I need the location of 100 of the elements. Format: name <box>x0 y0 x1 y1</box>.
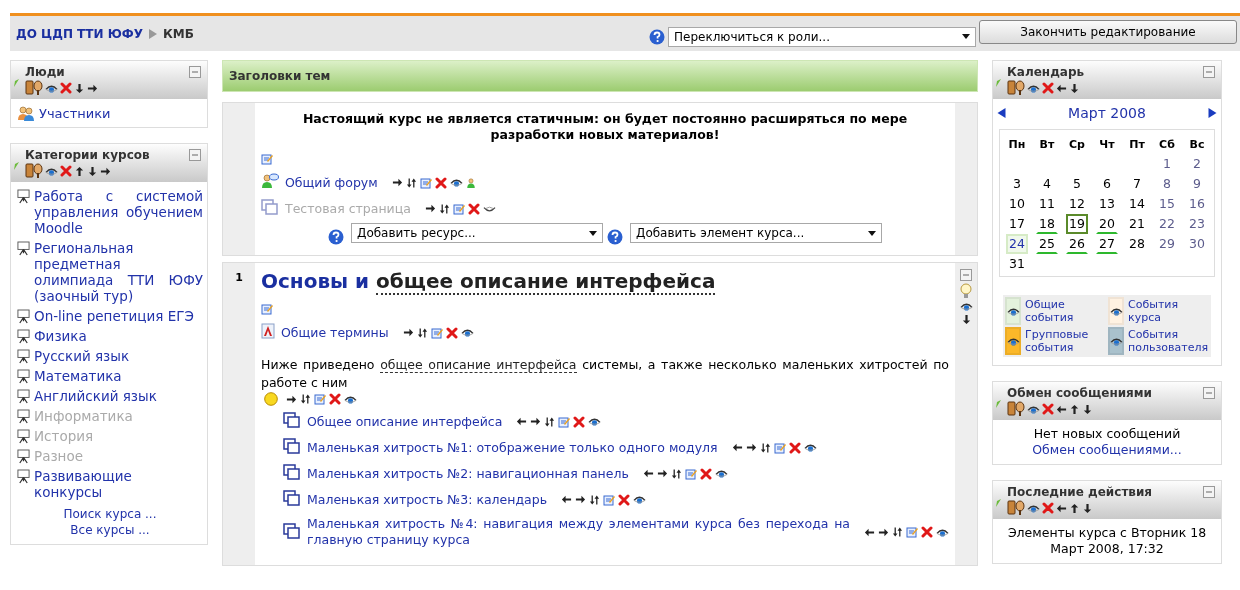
arrow-right-icon[interactable] <box>575 494 587 505</box>
participants-link[interactable]: Участники <box>39 105 111 121</box>
calendar-day[interactable]: 18 <box>1036 214 1058 234</box>
delete-icon[interactable] <box>1042 82 1054 94</box>
category-link[interactable]: On-line репетиция ЕГЭ <box>34 308 203 324</box>
delete-icon[interactable] <box>788 441 801 454</box>
calendar-day[interactable]: 19 <box>1066 214 1088 234</box>
arrow-right-icon[interactable] <box>656 468 668 479</box>
calendar-day[interactable]: 8 <box>1156 174 1178 194</box>
eye-icon[interactable] <box>460 327 474 338</box>
glossary-link[interactable]: общее описание интерфейса <box>380 357 577 373</box>
breadcrumb-link[interactable]: ДО ЦДП ТТИ ЮФУ <box>16 26 143 41</box>
calendar-day[interactable]: 3 <box>1006 174 1028 194</box>
legend-link[interactable]: События курса <box>1128 298 1209 324</box>
arrow-up-icon[interactable] <box>1069 403 1080 415</box>
activity-link[interactable]: Общие термины <box>281 324 389 341</box>
activity-link[interactable]: Маленькая хитрость №4: навигация между элементами курса без перехода на главную страницу курса <box>307 516 850 548</box>
move-icon[interactable] <box>544 415 556 428</box>
calendar-day[interactable]: 13 <box>1096 194 1118 214</box>
legend-link[interactable]: События пользователя <box>1128 328 1209 354</box>
finish-editing-button[interactable]: Закончить редактирование <box>979 19 1237 44</box>
delete-icon[interactable] <box>445 326 458 339</box>
collapse-icon[interactable] <box>189 66 201 78</box>
arrow-left-icon[interactable] <box>1056 403 1067 415</box>
category-link[interactable]: Региональная предметная олимпиада ТТИ ЮФУ (заочный тур) <box>34 240 203 304</box>
legend-swatch[interactable] <box>1108 327 1124 355</box>
calendar-day[interactable]: 29 <box>1156 234 1178 254</box>
delete-icon[interactable] <box>699 467 712 480</box>
calendar-day[interactable]: 4 <box>1036 174 1058 194</box>
category-link[interactable]: Физика <box>34 328 203 344</box>
move-icon[interactable] <box>892 526 903 538</box>
arrow-left-icon[interactable] <box>1056 502 1067 514</box>
messages-link[interactable]: Обмен сообщениями... <box>1032 442 1182 457</box>
delete-icon[interactable] <box>60 82 72 94</box>
move-icon[interactable] <box>670 467 682 480</box>
arrow-right-icon[interactable] <box>424 203 436 214</box>
delete-icon[interactable] <box>434 176 447 189</box>
legend-swatch[interactable] <box>1108 297 1124 325</box>
eye-icon[interactable] <box>449 177 463 188</box>
calendar-day[interactable]: 27 <box>1096 234 1118 254</box>
collapse-icon[interactable] <box>1203 66 1215 78</box>
move-icon[interactable] <box>300 393 311 405</box>
arrow-right-icon[interactable] <box>87 82 98 94</box>
delete-icon[interactable] <box>573 415 586 428</box>
figures-icon[interactable] <box>25 80 43 96</box>
glossary-link[interactable]: общее описание интерфейса <box>376 269 716 295</box>
eye-icon[interactable] <box>633 494 647 505</box>
category-link[interactable]: Английский язык <box>34 388 203 404</box>
calendar-day[interactable]: 14 <box>1126 194 1148 214</box>
arrow-down-icon[interactable] <box>1069 82 1080 94</box>
add-resource-select[interactable]: Добавить ресурс... <box>351 223 603 243</box>
move-icon[interactable] <box>416 326 428 339</box>
arrow-right-icon[interactable] <box>402 327 414 338</box>
edit-icon[interactable] <box>261 153 273 165</box>
next-month-icon[interactable] <box>1208 108 1217 118</box>
eye-icon[interactable] <box>714 468 728 479</box>
category-link[interactable]: Развивающие конкурсы <box>34 468 203 500</box>
calendar-day[interactable]: 16 <box>1186 194 1208 214</box>
legend-swatch[interactable] <box>1005 327 1021 355</box>
figures-icon[interactable] <box>25 163 43 179</box>
calendar-day[interactable]: 7 <box>1126 174 1148 194</box>
help-icon[interactable] <box>649 28 665 45</box>
calendar-day[interactable]: 21 <box>1126 214 1148 234</box>
activity-link[interactable]: Маленькая хитрость №1: отображение только одного модуля <box>307 439 718 456</box>
delete-icon[interactable] <box>618 493 631 506</box>
category-link[interactable]: Работа с системой управления обучением Moodle <box>34 188 203 236</box>
calendar-day[interactable]: 25 <box>1036 234 1058 254</box>
move-icon[interactable] <box>438 202 450 215</box>
delete-icon[interactable] <box>329 393 341 405</box>
course-link[interactable]: Поиск курса ... <box>63 507 157 521</box>
arrow-left-icon[interactable] <box>516 416 528 427</box>
previous-month-icon[interactable] <box>997 108 1006 118</box>
arrow-down-icon[interactable] <box>960 314 972 325</box>
arrow-right-icon[interactable] <box>878 526 889 538</box>
activity-link[interactable]: Общий форум <box>285 174 378 191</box>
move-icon[interactable] <box>589 493 601 506</box>
add-activity-select[interactable]: Добавить элемент курса... <box>630 223 882 243</box>
arrow-left-icon[interactable] <box>731 442 743 453</box>
help-icon[interactable] <box>328 229 344 245</box>
delete-icon[interactable] <box>1042 502 1054 514</box>
arrow-down-icon[interactable] <box>74 82 85 94</box>
closed-eye-icon[interactable] <box>482 203 496 214</box>
calendar-day[interactable]: 30 <box>1186 234 1208 254</box>
calendar-day[interactable]: 9 <box>1186 174 1208 194</box>
arrow-right-icon[interactable] <box>745 442 757 453</box>
calendar-day[interactable]: 24 <box>1006 234 1028 254</box>
arrow-left-icon[interactable] <box>1056 82 1067 94</box>
arrow-left-icon[interactable] <box>864 526 875 538</box>
arrow-down-icon[interactable] <box>87 165 98 177</box>
arrow-down-icon[interactable] <box>1082 502 1093 514</box>
eye-icon[interactable] <box>959 301 973 312</box>
activity-link[interactable]: Общее описание интерфейса <box>307 413 503 430</box>
delete-icon[interactable] <box>1042 403 1054 415</box>
delete-icon[interactable] <box>467 202 480 215</box>
legend-link[interactable]: Групповые события <box>1025 328 1106 354</box>
calendar-day[interactable]: 28 <box>1126 234 1148 254</box>
legend-swatch[interactable] <box>1005 297 1021 325</box>
calendar-day[interactable]: 26 <box>1066 234 1088 254</box>
arrow-right-icon[interactable] <box>391 177 403 188</box>
calendar-day[interactable]: 20 <box>1096 214 1118 234</box>
